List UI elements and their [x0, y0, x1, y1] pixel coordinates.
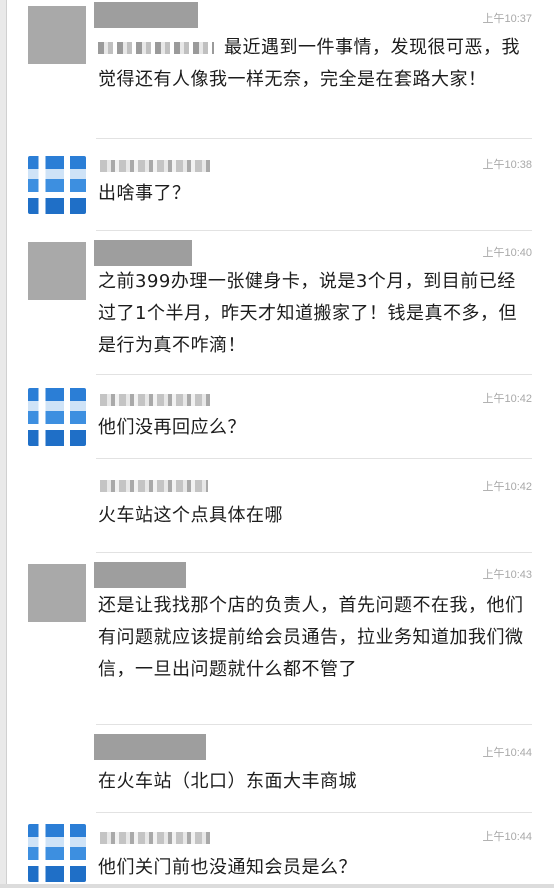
message-text[interactable]: 火车站这个点具体在哪: [98, 500, 530, 532]
avatar[interactable]: [28, 242, 86, 300]
message-divider: [96, 230, 532, 231]
message-time: 上午10:44: [482, 747, 532, 759]
chat-message: 上午10:38 出啥事了？: [6, 138, 554, 230]
avatar[interactable]: [28, 388, 86, 446]
window-bottom-border: [0, 884, 554, 888]
chat-message: 上午10:44 在火车站（北口）东面大丰商城: [6, 724, 554, 812]
avatar[interactable]: [28, 564, 86, 622]
sender-name-redacted: [94, 2, 198, 28]
message-time: 上午10:42: [482, 393, 532, 405]
avatar[interactable]: [28, 156, 86, 214]
sender-name-redacted: [100, 394, 210, 406]
message-divider: [96, 724, 532, 725]
message-text[interactable]: 还是让我找那个店的负责人，首先问题不在我，他们有问题就应该提前给会员通告，拉业务…: [98, 590, 530, 686]
message-time: 上午10:44: [482, 831, 532, 843]
chat-message: 上午10:43 还是让我找那个店的负责人，首先问题不在我，他们有问题就应该提前给…: [6, 552, 554, 724]
message-text[interactable]: 出啥事了？: [98, 178, 530, 210]
avatar[interactable]: [28, 6, 86, 64]
message-text[interactable]: 他们没再回应么？: [98, 412, 530, 444]
message-text[interactable]: 在火车站（北口）东面大丰商城: [98, 766, 530, 798]
message-time: 上午10:42: [482, 481, 532, 493]
chat-message: 上午10:40 之前399办理一张健身卡，说是3个月，到目前已经过了1个半月，昨…: [6, 230, 554, 370]
message-time: 上午10:38: [482, 159, 532, 171]
sender-name-redacted: [94, 734, 206, 760]
sender-name-redacted: [100, 160, 210, 172]
mention-redacted: [98, 42, 214, 54]
message-text[interactable]: 他们关门前也没通知会员是么？: [98, 852, 530, 884]
sender-name-redacted: [94, 240, 192, 266]
message-divider: [96, 812, 532, 813]
message-time: 上午10:40: [482, 247, 532, 259]
message-divider: [96, 552, 532, 553]
sender-name-redacted: [100, 480, 208, 492]
chat-message: 上午10:42 火车站这个点具体在哪: [6, 458, 554, 552]
message-time: 上午10:43: [482, 569, 532, 581]
message-time: 上午10:37: [482, 13, 532, 25]
message-divider: [96, 138, 532, 139]
chat-message: 上午10:44 他们关门前也没通知会员是么？: [6, 812, 554, 884]
message-text[interactable]: 之前399办理一张健身卡，说是3个月，到目前已经过了1个半月，昨天才知道搬家了！…: [98, 266, 530, 362]
message-divider: [96, 458, 532, 459]
sender-name-redacted: [94, 562, 186, 588]
message-text[interactable]: 最近遇到一件事情，发现很可恶，我觉得还有人像我一样无奈，完全是在套路大家！: [98, 32, 530, 96]
chat-message-list[interactable]: 上午10:37 最近遇到一件事情，发现很可恶，我觉得还有人像我一样无奈，完全是在…: [6, 0, 554, 884]
avatar[interactable]: [28, 824, 86, 882]
sender-name-redacted: [100, 832, 210, 844]
chat-message: 上午10:37 最近遇到一件事情，发现很可恶，我觉得还有人像我一样无奈，完全是在…: [6, 0, 554, 140]
message-divider: [96, 374, 532, 375]
chat-message: 上午10:42 他们没再回应么？: [6, 374, 554, 454]
